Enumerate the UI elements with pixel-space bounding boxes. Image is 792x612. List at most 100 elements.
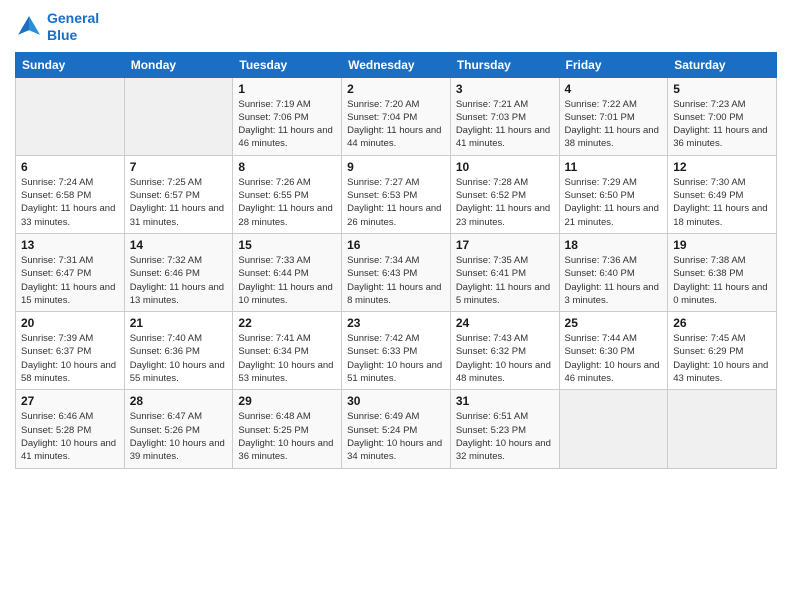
day-number: 15 — [238, 238, 336, 252]
day-number: 11 — [565, 160, 663, 174]
day-cell: 3 Sunrise: 7:21 AM Sunset: 7:03 PM Daylig… — [450, 77, 559, 155]
day-info: Sunrise: 7:21 AM Sunset: 7:03 PM Dayligh… — [456, 98, 554, 151]
day-number: 30 — [347, 394, 445, 408]
day-cell: 14 Sunrise: 7:32 AM Sunset: 6:46 PM Dayli… — [124, 233, 233, 311]
day-number: 14 — [130, 238, 228, 252]
day-cell: 31 Sunrise: 6:51 AM Sunset: 5:23 PM Dayli… — [450, 390, 559, 468]
day-info: Sunrise: 7:34 AM Sunset: 6:43 PM Dayligh… — [347, 254, 445, 307]
day-number: 8 — [238, 160, 336, 174]
day-number: 5 — [673, 82, 771, 96]
day-cell: 22 Sunrise: 7:41 AM Sunset: 6:34 PM Dayli… — [233, 312, 342, 390]
day-number: 22 — [238, 316, 336, 330]
day-info: Sunrise: 6:48 AM Sunset: 5:25 PM Dayligh… — [238, 410, 336, 463]
day-number: 23 — [347, 316, 445, 330]
day-number: 24 — [456, 316, 554, 330]
day-cell: 23 Sunrise: 7:42 AM Sunset: 6:33 PM Dayli… — [342, 312, 451, 390]
weekday-header-wednesday: Wednesday — [342, 52, 451, 77]
day-number: 6 — [21, 160, 119, 174]
day-info: Sunrise: 7:32 AM Sunset: 6:46 PM Dayligh… — [130, 254, 228, 307]
day-info: Sunrise: 7:23 AM Sunset: 7:00 PM Dayligh… — [673, 98, 771, 151]
calendar-header: SundayMondayTuesdayWednesdayThursdayFrid… — [16, 52, 777, 77]
day-cell: 21Sunrise: 7:40 AM Sunset: 6:36 PM Dayli… — [124, 312, 233, 390]
day-number: 20 — [21, 316, 119, 330]
day-info: Sunrise: 7:39 AM Sunset: 6:37 PM Dayligh… — [21, 332, 119, 385]
day-info: Sunrise: 7:24 AM Sunset: 6:58 PM Dayligh… — [21, 176, 119, 229]
day-number: 31 — [456, 394, 554, 408]
day-info: Sunrise: 6:46 AM Sunset: 5:28 PM Dayligh… — [21, 410, 119, 463]
day-info: Sunrise: 7:45 AM Sunset: 6:29 PM Dayligh… — [673, 332, 771, 385]
weekday-header-sunday: Sunday — [16, 52, 125, 77]
weekday-header-friday: Friday — [559, 52, 668, 77]
day-cell: 10 Sunrise: 7:28 AM Sunset: 6:52 PM Dayli… — [450, 155, 559, 233]
day-cell: 16 Sunrise: 7:34 AM Sunset: 6:43 PM Dayli… — [342, 233, 451, 311]
weekday-row: SundayMondayTuesdayWednesdayThursdayFrid… — [16, 52, 777, 77]
day-cell: 5 Sunrise: 7:23 AM Sunset: 7:00 PM Daylig… — [668, 77, 777, 155]
day-cell: 29 Sunrise: 6:48 AM Sunset: 5:25 PM Dayli… — [233, 390, 342, 468]
logo-icon — [15, 13, 43, 41]
day-number: 28 — [130, 394, 228, 408]
day-cell: 11 Sunrise: 7:29 AM Sunset: 6:50 PM Dayli… — [559, 155, 668, 233]
day-cell: 9 Sunrise: 7:27 AM Sunset: 6:53 PM Daylig… — [342, 155, 451, 233]
day-info: Sunrise: 7:19 AM Sunset: 7:06 PM Dayligh… — [238, 98, 336, 151]
day-info: Sunrise: 6:51 AM Sunset: 5:23 PM Dayligh… — [456, 410, 554, 463]
day-cell: 4Sunrise: 7:22 AM Sunset: 7:01 PM Daylig… — [559, 77, 668, 155]
day-cell — [16, 77, 125, 155]
day-info: Sunrise: 7:20 AM Sunset: 7:04 PM Dayligh… — [347, 98, 445, 151]
calendar-body: 1 Sunrise: 7:19 AM Sunset: 7:06 PM Daylig… — [16, 77, 777, 468]
day-info: Sunrise: 7:41 AM Sunset: 6:34 PM Dayligh… — [238, 332, 336, 385]
day-number: 7 — [130, 160, 228, 174]
week-row-2: 6 Sunrise: 7:24 AM Sunset: 6:58 PM Daylig… — [16, 155, 777, 233]
day-info: Sunrise: 7:28 AM Sunset: 6:52 PM Dayligh… — [456, 176, 554, 229]
day-cell: 30 Sunrise: 6:49 AM Sunset: 5:24 PM Dayli… — [342, 390, 451, 468]
day-info: Sunrise: 7:43 AM Sunset: 6:32 PM Dayligh… — [456, 332, 554, 385]
day-cell: 26 Sunrise: 7:45 AM Sunset: 6:29 PM Dayli… — [668, 312, 777, 390]
day-cell: 19 Sunrise: 7:38 AM Sunset: 6:38 PM Dayli… — [668, 233, 777, 311]
week-row-3: 13 Sunrise: 7:31 AM Sunset: 6:47 PM Dayli… — [16, 233, 777, 311]
day-number: 16 — [347, 238, 445, 252]
day-number: 9 — [347, 160, 445, 174]
day-cell: 7Sunrise: 7:25 AM Sunset: 6:57 PM Daylig… — [124, 155, 233, 233]
day-cell: 6 Sunrise: 7:24 AM Sunset: 6:58 PM Daylig… — [16, 155, 125, 233]
day-number: 21 — [130, 316, 228, 330]
calendar-table: SundayMondayTuesdayWednesdayThursdayFrid… — [15, 52, 777, 469]
day-info: Sunrise: 7:31 AM Sunset: 6:47 PM Dayligh… — [21, 254, 119, 307]
weekday-header-saturday: Saturday — [668, 52, 777, 77]
day-info: Sunrise: 7:38 AM Sunset: 6:38 PM Dayligh… — [673, 254, 771, 307]
day-cell: 8Sunrise: 7:26 AM Sunset: 6:55 PM Daylig… — [233, 155, 342, 233]
weekday-header-tuesday: Tuesday — [233, 52, 342, 77]
day-cell: 24 Sunrise: 7:43 AM Sunset: 6:32 PM Dayli… — [450, 312, 559, 390]
day-cell: 28 Sunrise: 6:47 AM Sunset: 5:26 PM Dayli… — [124, 390, 233, 468]
day-number: 1 — [238, 82, 336, 96]
day-cell — [124, 77, 233, 155]
week-row-4: 20 Sunrise: 7:39 AM Sunset: 6:37 PM Dayli… — [16, 312, 777, 390]
day-info: Sunrise: 7:42 AM Sunset: 6:33 PM Dayligh… — [347, 332, 445, 385]
weekday-header-thursday: Thursday — [450, 52, 559, 77]
day-info: Sunrise: 7:27 AM Sunset: 6:53 PM Dayligh… — [347, 176, 445, 229]
week-row-1: 1 Sunrise: 7:19 AM Sunset: 7:06 PM Daylig… — [16, 77, 777, 155]
day-info: Sunrise: 7:35 AM Sunset: 6:41 PM Dayligh… — [456, 254, 554, 307]
calendar-page: GeneralBlue SundayMondayTuesdayWednesday… — [0, 0, 792, 612]
day-number: 2 — [347, 82, 445, 96]
day-info: Sunrise: 7:29 AM Sunset: 6:50 PM Dayligh… — [565, 176, 663, 229]
day-cell: 27Sunrise: 6:46 AM Sunset: 5:28 PM Dayli… — [16, 390, 125, 468]
day-cell: 17Sunrise: 7:35 AM Sunset: 6:41 PM Dayli… — [450, 233, 559, 311]
day-cell: 13 Sunrise: 7:31 AM Sunset: 6:47 PM Dayli… — [16, 233, 125, 311]
day-cell: 2 Sunrise: 7:20 AM Sunset: 7:04 PM Daylig… — [342, 77, 451, 155]
day-number: 3 — [456, 82, 554, 96]
weekday-header-monday: Monday — [124, 52, 233, 77]
day-number: 13 — [21, 238, 119, 252]
day-number: 26 — [673, 316, 771, 330]
day-cell — [559, 390, 668, 468]
day-cell: 25Sunrise: 7:44 AM Sunset: 6:30 PM Dayli… — [559, 312, 668, 390]
day-info: Sunrise: 7:33 AM Sunset: 6:44 PM Dayligh… — [238, 254, 336, 307]
day-cell: 12Sunrise: 7:30 AM Sunset: 6:49 PM Dayli… — [668, 155, 777, 233]
day-info: Sunrise: 6:49 AM Sunset: 5:24 PM Dayligh… — [347, 410, 445, 463]
day-number: 29 — [238, 394, 336, 408]
page-header: GeneralBlue — [15, 10, 777, 44]
week-row-5: 27Sunrise: 6:46 AM Sunset: 5:28 PM Dayli… — [16, 390, 777, 468]
day-cell: 15 Sunrise: 7:33 AM Sunset: 6:44 PM Dayli… — [233, 233, 342, 311]
day-number: 10 — [456, 160, 554, 174]
day-cell — [668, 390, 777, 468]
day-number: 19 — [673, 238, 771, 252]
day-info: Sunrise: 6:47 AM Sunset: 5:26 PM Dayligh… — [130, 410, 228, 463]
